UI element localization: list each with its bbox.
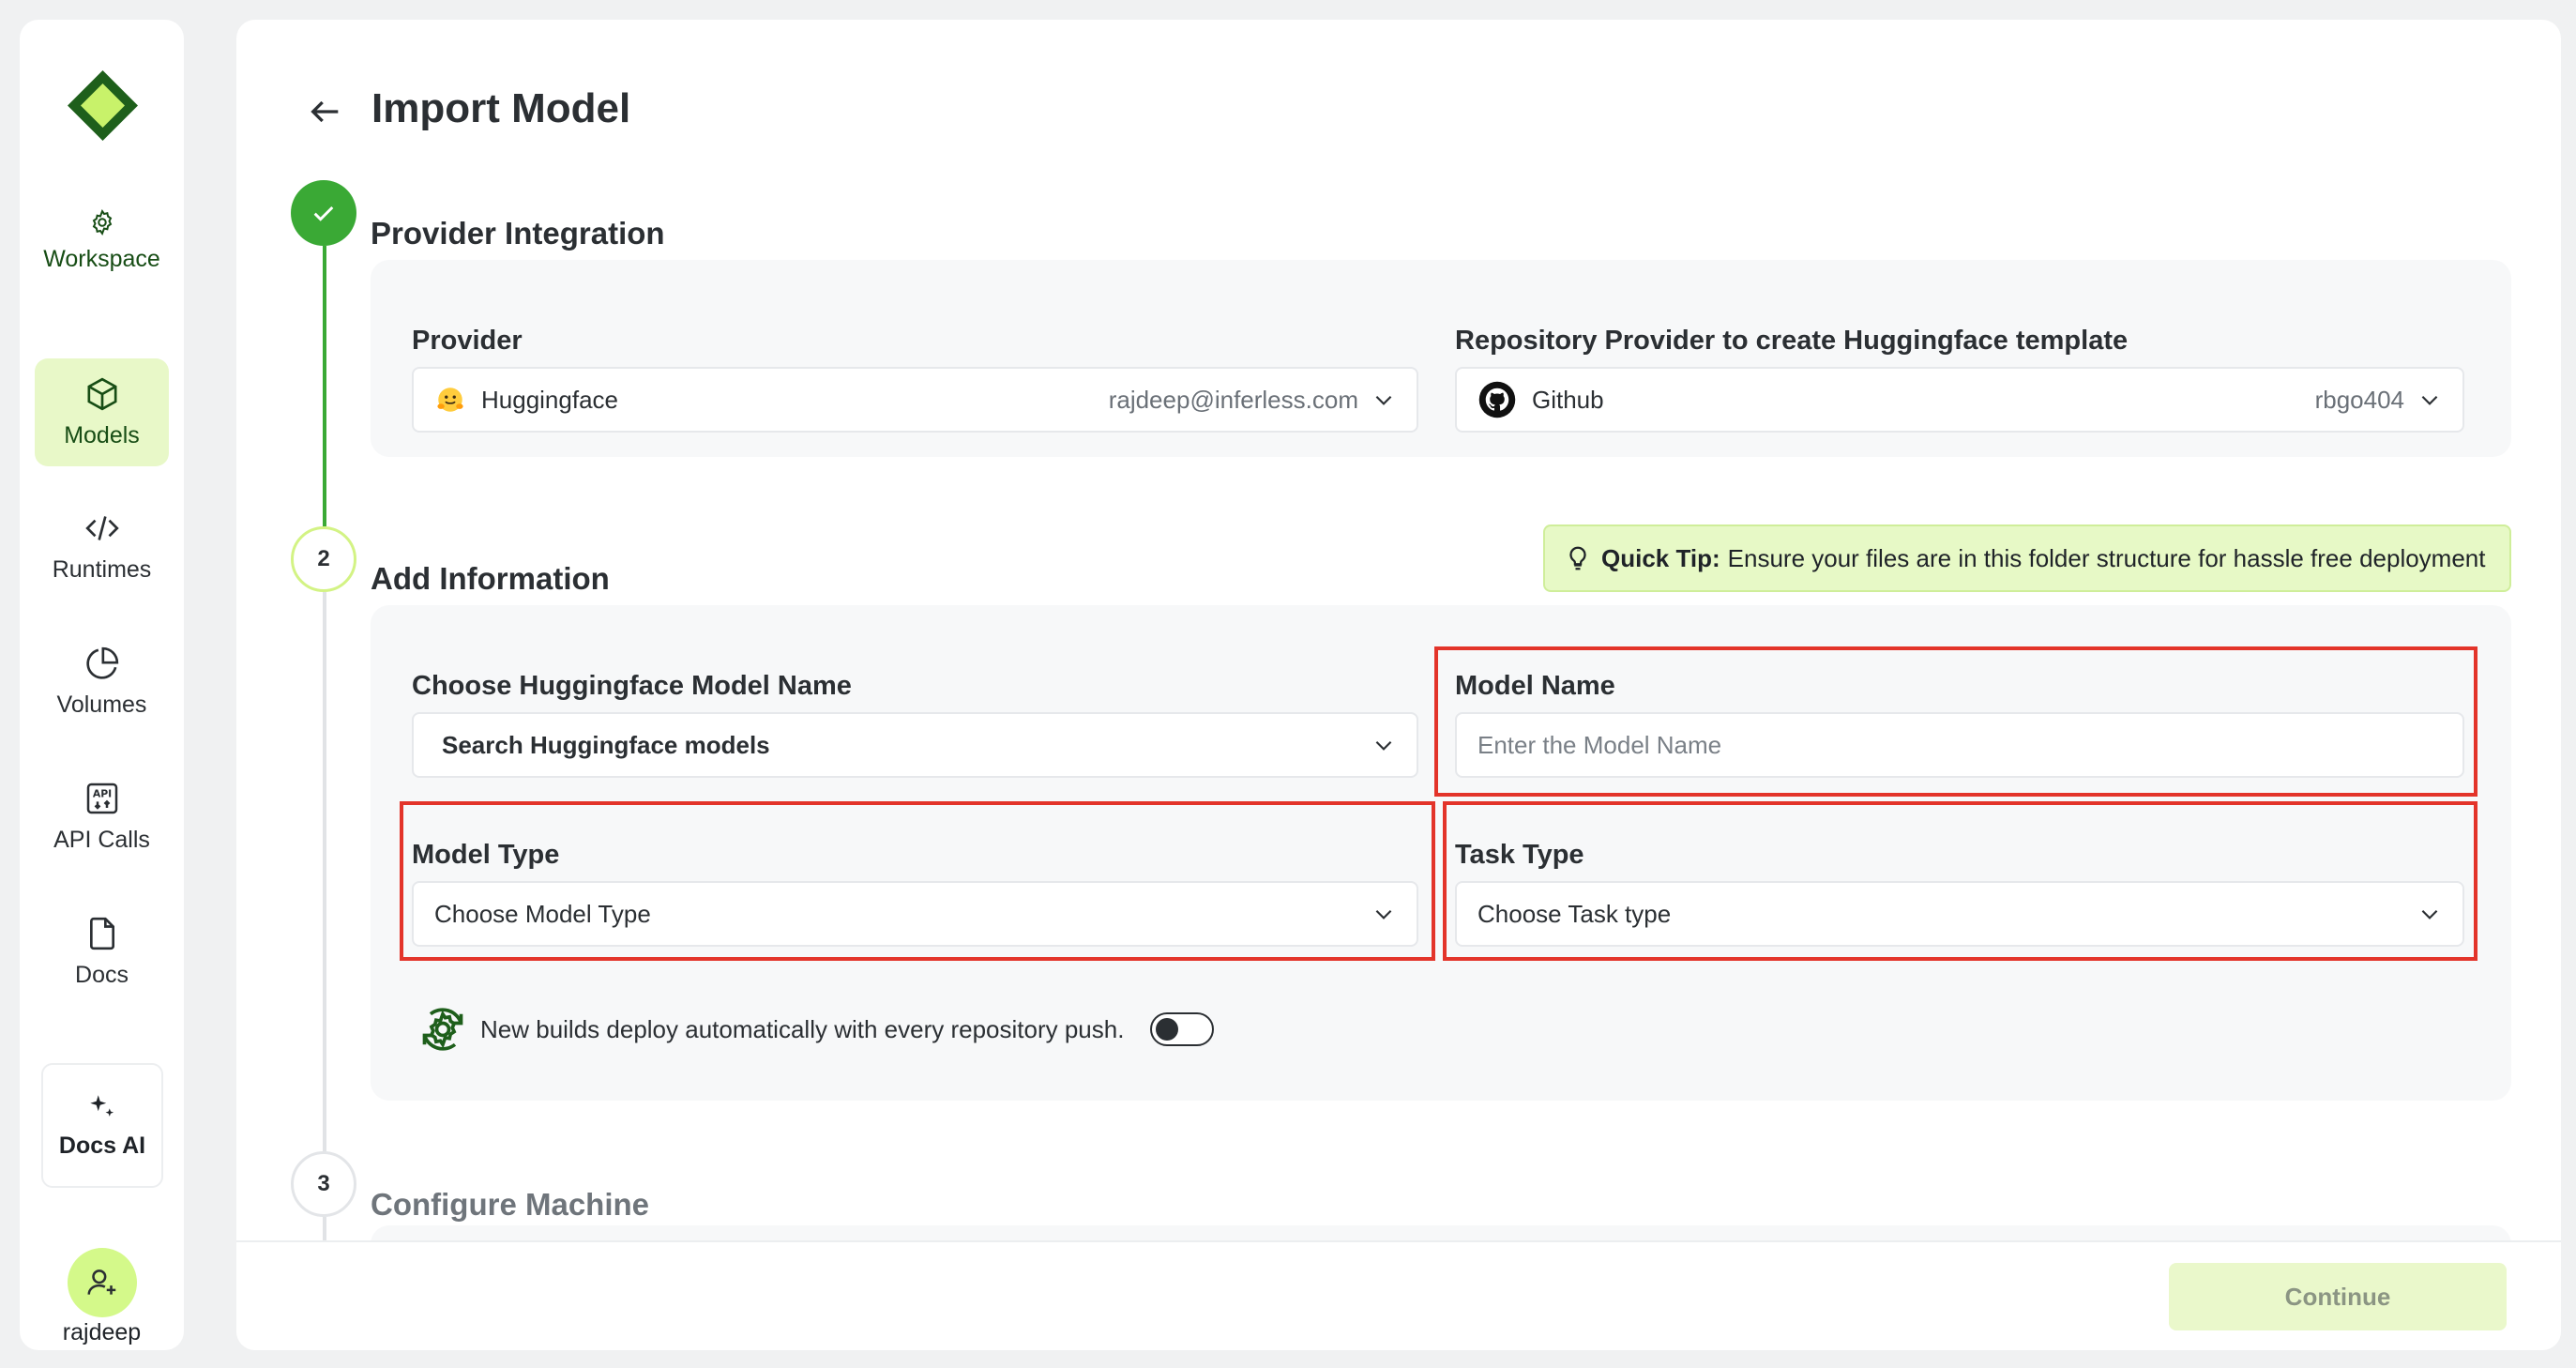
step-1-done [291,180,356,246]
model-name-placeholder: Enter the Model Name [1477,730,1722,759]
document-icon [89,917,114,950]
task-type-label: Task Type [1455,840,1584,870]
auto-deploy-text: New builds deploy automatically with eve… [480,1014,1125,1043]
auto-deploy-gear-icon [422,1008,463,1051]
provider-account: rajdeep@inferless.com [1108,385,1358,414]
provider-label: Provider [412,326,523,356]
user-name: rajdeep [62,1319,142,1345]
quick-tip-text: Ensure your files are in this folder str… [1727,543,2486,572]
hf-model-search-select[interactable]: Search Huggingface models [412,712,1418,778]
auto-deploy-row: New builds deploy automatically with eve… [418,1005,1124,1054]
task-type-select[interactable]: Choose Task type [1455,881,2464,947]
sidebar-item-runtimes[interactable]: Runtimes [35,493,169,600]
repo-provider-account: rbgo404 [2314,385,2404,414]
model-type-select[interactable]: Choose Model Type [412,881,1418,947]
sidebar-item-label: Volumes [56,692,147,718]
cube-icon [87,377,116,411]
back-arrow-icon[interactable] [307,93,344,130]
repo-provider-value: Github [1532,385,1604,414]
avatar[interactable] [68,1248,137,1317]
task-type-value: Choose Task type [1477,899,1672,928]
sidebar-item-label: API Calls [53,827,150,853]
svg-text:API: API [92,787,111,799]
sidebar-item-docs[interactable]: Docs [35,898,169,1006]
footer-bar: Continue [236,1240,2561,1350]
step-connector [323,592,326,1151]
chevron-down-icon [1375,909,1392,920]
step-3-number: 3 [291,1151,356,1217]
chevron-down-icon [1375,740,1392,751]
lightbulb-icon [1569,546,1586,570]
pie-chart-icon [85,646,118,679]
chevron-down-icon [2421,395,2438,405]
model-type-value: Choose Model Type [434,899,651,928]
toggle-knob [1156,1018,1178,1041]
sidebar-item-label: Workspace [43,246,160,272]
step-title-add-information: Add Information [371,561,610,596]
main-panel: Import Model 2 3 Provider Integration Ad… [236,20,2561,1350]
sidebar-item-label: Models [64,422,140,448]
provider-select[interactable]: Huggingface rajdeep@inferless.com [412,367,1418,433]
page-title: Import Model [371,85,631,131]
chevron-down-icon [2421,909,2438,920]
step-title-provider-integration: Provider Integration [371,216,665,251]
step-2-number: 2 [291,526,356,592]
check-icon [313,205,334,221]
docs-ai-button[interactable]: Docs AI [41,1063,163,1188]
hf-model-label: Choose Huggingface Model Name [412,671,852,701]
sidebar-item-workspace[interactable]: Workspace [35,187,169,295]
sidebar-item-label: Runtimes [52,556,152,583]
docs-ai-label: Docs AI [58,1132,146,1159]
sparkle-icon [90,1095,114,1117]
model-type-label: Model Type [412,840,560,870]
model-name-label: Model Name [1455,671,1615,701]
quick-tip-banner: Quick Tip: Ensure your files are in this… [1543,524,2511,592]
repo-provider-select[interactable]: Github rbgo404 [1455,367,2464,433]
api-icon: API [86,783,117,814]
chevron-down-icon [1375,395,1392,405]
sidebar-item-volumes[interactable]: Volumes [35,628,169,736]
provider-value: Huggingface [481,385,618,414]
repo-provider-label: Repository Provider to create Huggingfac… [1455,326,2129,356]
hf-model-placeholder: Search Huggingface models [442,730,770,759]
gear-icon [92,208,112,236]
sidebar: Workspace Models Runtimes Volumes API AP… [20,20,184,1350]
hugging-face-icon [437,388,463,412]
code-icon [84,516,119,540]
sidebar-item-api-calls[interactable]: API API Calls [35,763,169,871]
continue-button[interactable]: Continue [2169,1263,2507,1330]
github-icon [1478,381,1516,418]
model-name-input[interactable]: Enter the Model Name [1455,712,2464,778]
quick-tip-title: Quick Tip: [1601,543,1720,572]
auto-deploy-toggle[interactable] [1150,1012,1214,1046]
user-plus-icon [87,1269,116,1295]
step-connector [323,246,326,526]
step-title-configure-machine: Configure Machine [371,1187,650,1222]
sidebar-item-label: Docs [75,962,129,988]
app-logo[interactable] [68,70,138,141]
sidebar-item-models[interactable]: Models [35,358,169,466]
